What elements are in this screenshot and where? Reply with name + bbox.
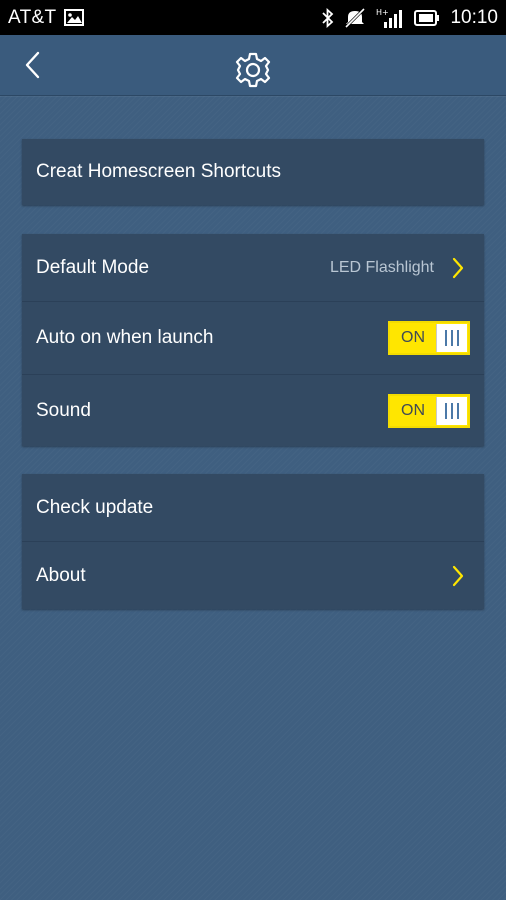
sound-toggle[interactable]: ON [388,393,470,428]
default-mode-label: Default Mode [36,256,150,278]
carrier-name: AT&T [8,6,57,28]
grip-line [457,402,459,419]
status-left: AT&T [8,6,85,29]
bluetooth-icon [322,7,334,28]
create-shortcuts-item[interactable]: Creat Homescreen Shortcuts [22,139,484,205]
battery-icon [414,9,440,26]
status-right: H+ 10:10 [322,7,498,29]
grip-line [445,402,447,419]
back-button[interactable] [14,47,50,83]
chevron-right-icon [446,256,470,280]
create-shortcuts-label: Creat Homescreen Shortcuts [36,161,281,182]
preferences-card: Default Mode LED Flashlight Auto on when… [22,234,484,446]
sound-toggle-state: ON [401,401,425,419]
about-item[interactable]: About [22,541,484,609]
grip-line [451,402,453,419]
sound-label: Sound [36,399,91,421]
status-time: 10:10 [450,6,498,28]
app-bar [0,35,506,96]
info-card: Check update About [22,474,484,609]
status-bar: AT&T H+ 10:10 [0,0,506,35]
shortcuts-card: Creat Homescreen Shortcuts [22,139,484,205]
grip-line [451,330,453,346]
toggle-knob [436,396,467,425]
network-type-label: H+ [376,8,389,17]
auto-on-toggle-state: ON [401,329,425,346]
signal-icon: H+ [376,7,404,29]
grip-line [445,330,447,346]
toggle-knob [436,324,467,352]
about-label: About [36,564,86,586]
check-update-item[interactable]: Check update [22,474,484,541]
check-update-label: Check update [36,496,154,518]
mute-icon [344,7,366,28]
grip-line [457,330,459,346]
default-mode-item[interactable]: Default Mode LED Flashlight [22,234,484,301]
auto-on-toggle[interactable]: ON [388,321,470,355]
chevron-right-icon [446,564,470,588]
chevron-left-icon [25,51,40,79]
default-mode-value: LED Flashlight [329,258,434,276]
sound-item: Sound ON [22,374,484,446]
auto-on-item: Auto on when launch ON [22,301,484,374]
auto-on-label: Auto on when launch [36,327,214,348]
image-notification-icon [64,9,85,26]
gear-icon [233,50,273,90]
